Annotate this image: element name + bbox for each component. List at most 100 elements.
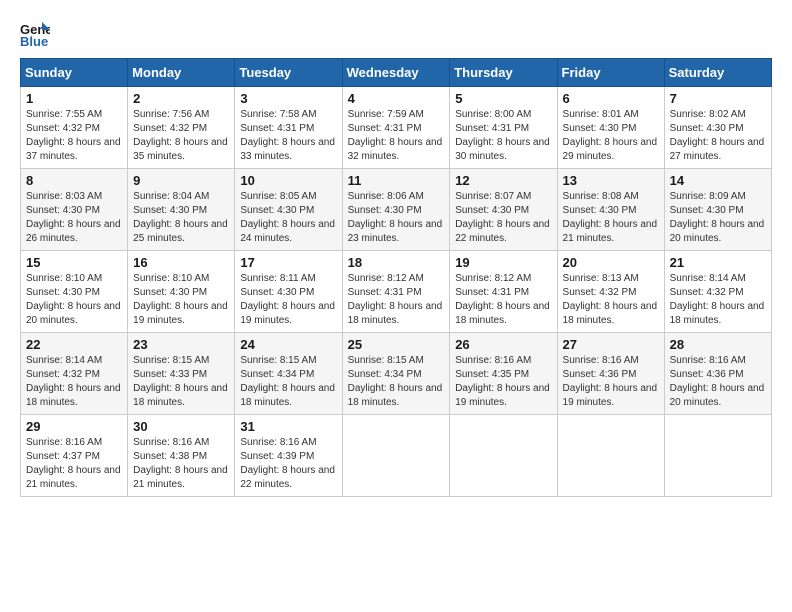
weekday-header: Thursday [450, 59, 557, 87]
calendar-cell: 26 Sunrise: 8:16 AMSunset: 4:35 PMDayligh… [450, 333, 557, 415]
svg-text:Blue: Blue [20, 34, 48, 48]
calendar-cell: 4 Sunrise: 7:59 AMSunset: 4:31 PMDaylight… [342, 87, 450, 169]
day-number: 22 [26, 337, 122, 352]
calendar-cell: 6 Sunrise: 8:01 AMSunset: 4:30 PMDaylight… [557, 87, 664, 169]
day-number: 21 [670, 255, 766, 270]
day-number: 10 [240, 173, 336, 188]
cell-info: Sunrise: 7:58 AMSunset: 4:31 PMDaylight:… [240, 109, 335, 162]
day-number: 20 [563, 255, 659, 270]
cell-info: Sunrise: 8:05 AMSunset: 4:30 PMDaylight:… [240, 191, 335, 244]
cell-info: Sunrise: 8:16 AMSunset: 4:36 PMDaylight:… [563, 355, 658, 408]
weekday-header: Saturday [664, 59, 771, 87]
cell-info: Sunrise: 7:59 AMSunset: 4:31 PMDaylight:… [348, 109, 443, 162]
day-number: 25 [348, 337, 445, 352]
day-number: 16 [133, 255, 229, 270]
cell-info: Sunrise: 8:06 AMSunset: 4:30 PMDaylight:… [348, 191, 443, 244]
calendar-cell: 17 Sunrise: 8:11 AMSunset: 4:30 PMDayligh… [235, 251, 342, 333]
cell-info: Sunrise: 8:14 AMSunset: 4:32 PMDaylight:… [670, 273, 765, 326]
calendar-cell: 31 Sunrise: 8:16 AMSunset: 4:39 PMDayligh… [235, 415, 342, 497]
day-number: 2 [133, 91, 229, 106]
cell-info: Sunrise: 8:00 AMSunset: 4:31 PMDaylight:… [455, 109, 550, 162]
cell-info: Sunrise: 8:12 AMSunset: 4:31 PMDaylight:… [455, 273, 550, 326]
cell-info: Sunrise: 8:07 AMSunset: 4:30 PMDaylight:… [455, 191, 550, 244]
calendar-cell: 19 Sunrise: 8:12 AMSunset: 4:31 PMDayligh… [450, 251, 557, 333]
calendar-cell [664, 415, 771, 497]
calendar-cell: 16 Sunrise: 8:10 AMSunset: 4:30 PMDayligh… [128, 251, 235, 333]
day-number: 6 [563, 91, 659, 106]
calendar-cell: 1Sunrise: 7:55 AMSunset: 4:32 PMDaylight… [21, 87, 128, 169]
cell-info: Sunrise: 8:01 AMSunset: 4:30 PMDaylight:… [563, 109, 658, 162]
day-number: 4 [348, 91, 445, 106]
calendar-cell: 10 Sunrise: 8:05 AMSunset: 4:30 PMDayligh… [235, 169, 342, 251]
cell-info: Sunrise: 8:16 AMSunset: 4:39 PMDaylight:… [240, 437, 335, 490]
cell-info: Sunrise: 7:56 AMSunset: 4:32 PMDaylight:… [133, 109, 228, 162]
calendar-cell: 27 Sunrise: 8:16 AMSunset: 4:36 PMDayligh… [557, 333, 664, 415]
day-number: 26 [455, 337, 551, 352]
logo-icon: General Blue [20, 20, 50, 48]
weekday-header: Monday [128, 59, 235, 87]
day-number: 31 [240, 419, 336, 434]
cell-info: Sunrise: 8:10 AMSunset: 4:30 PMDaylight:… [133, 273, 228, 326]
weekday-header: Wednesday [342, 59, 450, 87]
calendar-cell: 9 Sunrise: 8:04 AMSunset: 4:30 PMDaylight… [128, 169, 235, 251]
calendar-cell: 8Sunrise: 8:03 AMSunset: 4:30 PMDaylight… [21, 169, 128, 251]
cell-info: Sunrise: 8:09 AMSunset: 4:30 PMDaylight:… [670, 191, 765, 244]
day-number: 30 [133, 419, 229, 434]
day-number: 18 [348, 255, 445, 270]
calendar-cell [557, 415, 664, 497]
calendar-table: SundayMondayTuesdayWednesdayThursdayFrid… [20, 58, 772, 497]
calendar-cell: 11 Sunrise: 8:06 AMSunset: 4:30 PMDayligh… [342, 169, 450, 251]
day-number: 8 [26, 173, 122, 188]
calendar-cell: 22 Sunrise: 8:14 AMSunset: 4:32 PMDayligh… [21, 333, 128, 415]
day-number: 27 [563, 337, 659, 352]
day-number: 19 [455, 255, 551, 270]
day-number: 15 [26, 255, 122, 270]
calendar-cell: 30Sunrise: 8:16 AMSunset: 4:38 PMDayligh… [128, 415, 235, 497]
calendar-cell: 14 Sunrise: 8:09 AMSunset: 4:30 PMDayligh… [664, 169, 771, 251]
cell-info: Sunrise: 8:14 AMSunset: 4:32 PMDaylight:… [26, 355, 121, 408]
day-number: 9 [133, 173, 229, 188]
calendar-week-row: 22 Sunrise: 8:14 AMSunset: 4:32 PMDayligh… [21, 333, 772, 415]
day-number: 23 [133, 337, 229, 352]
calendar-week-row: 1Sunrise: 7:55 AMSunset: 4:32 PMDaylight… [21, 87, 772, 169]
calendar-cell: 5 Sunrise: 8:00 AMSunset: 4:31 PMDaylight… [450, 87, 557, 169]
cell-info: Sunrise: 8:02 AMSunset: 4:30 PMDaylight:… [670, 109, 765, 162]
day-number: 11 [348, 173, 445, 188]
calendar-cell [342, 415, 450, 497]
day-number: 14 [670, 173, 766, 188]
day-number: 29 [26, 419, 122, 434]
calendar-cell: 28 Sunrise: 8:16 AMSunset: 4:36 PMDayligh… [664, 333, 771, 415]
day-number: 24 [240, 337, 336, 352]
cell-info: Sunrise: 8:10 AMSunset: 4:30 PMDaylight:… [26, 273, 121, 326]
calendar-cell [450, 415, 557, 497]
calendar-cell: 20 Sunrise: 8:13 AMSunset: 4:32 PMDayligh… [557, 251, 664, 333]
weekday-header: Sunday [21, 59, 128, 87]
cell-info: Sunrise: 8:16 AMSunset: 4:37 PMDaylight:… [26, 437, 121, 490]
calendar-week-row: 29 Sunrise: 8:16 AMSunset: 4:37 PMDayligh… [21, 415, 772, 497]
cell-info: Sunrise: 8:13 AMSunset: 4:32 PMDaylight:… [563, 273, 658, 326]
day-number: 28 [670, 337, 766, 352]
cell-info: Sunrise: 8:15 AMSunset: 4:34 PMDaylight:… [240, 355, 335, 408]
calendar-cell: 24 Sunrise: 8:15 AMSunset: 4:34 PMDayligh… [235, 333, 342, 415]
calendar-cell: 18Sunrise: 8:12 AMSunset: 4:31 PMDayligh… [342, 251, 450, 333]
day-number: 13 [563, 173, 659, 188]
calendar-cell: 2 Sunrise: 7:56 AMSunset: 4:32 PMDaylight… [128, 87, 235, 169]
day-number: 5 [455, 91, 551, 106]
calendar-cell: 7 Sunrise: 8:02 AMSunset: 4:30 PMDaylight… [664, 87, 771, 169]
calendar-cell: 13 Sunrise: 8:08 AMSunset: 4:30 PMDayligh… [557, 169, 664, 251]
cell-info: Sunrise: 8:08 AMSunset: 4:30 PMDaylight:… [563, 191, 658, 244]
calendar-cell: 21 Sunrise: 8:14 AMSunset: 4:32 PMDayligh… [664, 251, 771, 333]
day-number: 17 [240, 255, 336, 270]
calendar-cell: 23Sunrise: 8:15 AMSunset: 4:33 PMDayligh… [128, 333, 235, 415]
calendar-cell: 25Sunrise: 8:15 AMSunset: 4:34 PMDayligh… [342, 333, 450, 415]
calendar-cell: 3Sunrise: 7:58 AMSunset: 4:31 PMDaylight… [235, 87, 342, 169]
cell-info: Sunrise: 8:04 AMSunset: 4:30 PMDaylight:… [133, 191, 228, 244]
day-number: 7 [670, 91, 766, 106]
calendar-week-row: 15 Sunrise: 8:10 AMSunset: 4:30 PMDayligh… [21, 251, 772, 333]
cell-info: Sunrise: 8:11 AMSunset: 4:30 PMDaylight:… [240, 273, 335, 326]
cell-info: Sunrise: 8:16 AMSunset: 4:36 PMDaylight:… [670, 355, 765, 408]
day-number: 12 [455, 173, 551, 188]
page-header: General Blue [20, 20, 772, 48]
logo: General Blue [20, 20, 54, 48]
cell-info: Sunrise: 8:16 AMSunset: 4:35 PMDaylight:… [455, 355, 550, 408]
